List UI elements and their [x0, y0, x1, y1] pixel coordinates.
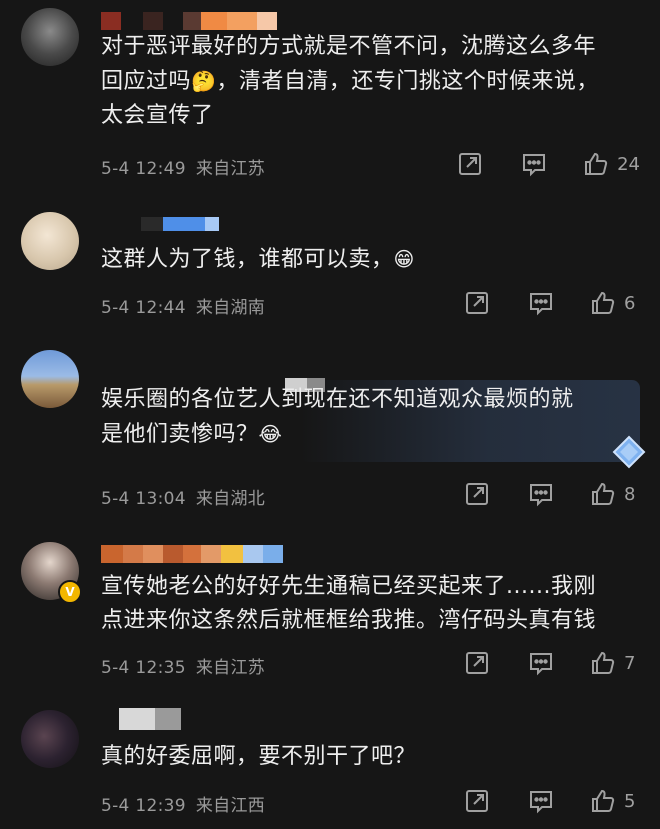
like-count: 24 [617, 153, 640, 175]
comment-date: 5-4 12:44 [101, 298, 186, 318]
comment-text: 对于恶评最好的方式就是不管不问，沈腾这么多年 回应过吗🤔，清者自清，还专门挑这个… [101, 34, 599, 128]
comment-meta: 5-4 12:39 来自江西 [101, 791, 265, 816]
username-redacted[interactable] [101, 217, 219, 231]
share-icon[interactable] [464, 650, 490, 676]
comment-actions: 7 [464, 650, 640, 676]
comment-actions: 6 [464, 290, 640, 316]
avatar[interactable] [21, 350, 79, 408]
comment-item: 这群人为了钱，谁都可以卖，😁 5-4 12:44 来自湖南 6 [0, 195, 660, 340]
username-redacted[interactable] [101, 12, 277, 30]
like-count: 7 [624, 652, 636, 674]
comment-text: 这群人为了钱，谁都可以卖，😁 [101, 247, 415, 272]
diamond-badge-icon [610, 433, 648, 471]
comment-actions: 24 [457, 151, 640, 177]
verified-badge-icon: V [58, 580, 82, 604]
comment-meta: 5-4 12:35 来自江苏 [101, 653, 265, 678]
comment-meta: 5-4 12:44 来自湖南 [101, 293, 265, 318]
avatar[interactable] [21, 8, 79, 66]
comment-date: 5-4 12:35 [101, 658, 186, 678]
comment-icon[interactable] [528, 290, 554, 316]
comment-icon[interactable] [528, 481, 554, 507]
comment-text: 娱乐圈的各位艺人到现在还不知道观众最烦的就 是他们卖惨吗？😂 [101, 387, 574, 447]
comment-item: 娱乐圈的各位艺人到现在还不知道观众最烦的就 是他们卖惨吗？😂 5-4 13:04… [0, 340, 660, 530]
grinning-emoji-icon: 😁 [393, 247, 415, 271]
comment-icon[interactable] [528, 788, 554, 814]
thumbs-up-icon[interactable] [590, 481, 616, 507]
comment-location: 来自湖南 [195, 298, 266, 318]
comment-location: 来自湖北 [195, 489, 266, 509]
thumbs-up-icon[interactable] [590, 650, 616, 676]
laughing-emoji-icon: 😂 [258, 422, 283, 446]
comment-item: 真的好委屈啊，要不别干了吧？ 5-4 12:39 来自江西 5 [0, 700, 660, 829]
comment-date: 5-4 12:49 [101, 159, 186, 179]
thinking-emoji-icon: 🤔 [191, 69, 217, 93]
comment-meta: 5-4 13:04 来自湖北 [101, 484, 265, 509]
username-redacted[interactable] [101, 708, 181, 730]
like-count: 5 [624, 790, 636, 812]
comment-location: 来自江西 [195, 796, 266, 816]
comment-location: 来自江苏 [195, 159, 266, 179]
comment-item: V 宣传她老公的好好先生通稿已经买起来了......我刚 点进来你这条然后就框框… [0, 530, 660, 700]
comment-icon[interactable] [521, 151, 547, 177]
comment-actions: 5 [464, 788, 640, 814]
thumbs-up-icon[interactable] [590, 788, 616, 814]
comment-date: 5-4 13:04 [101, 489, 186, 509]
comment-text: 宣传她老公的好好先生通稿已经买起来了......我刚 点进来你这条然后就框框给我… [101, 574, 597, 633]
comment-text: 真的好委屈啊，要不别干了吧？ [101, 744, 417, 769]
share-icon[interactable] [464, 788, 490, 814]
share-icon[interactable] [457, 151, 483, 177]
comment-meta: 5-4 12:49 来自江苏 [101, 154, 265, 179]
like-count: 8 [624, 483, 636, 505]
comment-date: 5-4 12:39 [101, 796, 186, 816]
username-redacted[interactable] [101, 545, 283, 563]
comment-icon[interactable] [528, 650, 554, 676]
share-icon[interactable] [464, 481, 490, 507]
share-icon[interactable] [464, 290, 490, 316]
comment-location: 来自江苏 [195, 658, 266, 678]
like-count: 6 [624, 292, 636, 314]
avatar[interactable] [21, 710, 79, 768]
comment-item: 对于恶评最好的方式就是不管不问，沈腾这么多年 回应过吗🤔，清者自清，还专门挑这个… [0, 0, 660, 195]
thumbs-up-icon[interactable] [590, 290, 616, 316]
thumbs-up-icon[interactable] [583, 151, 609, 177]
avatar[interactable] [21, 212, 79, 270]
comment-actions: 8 [464, 481, 640, 507]
